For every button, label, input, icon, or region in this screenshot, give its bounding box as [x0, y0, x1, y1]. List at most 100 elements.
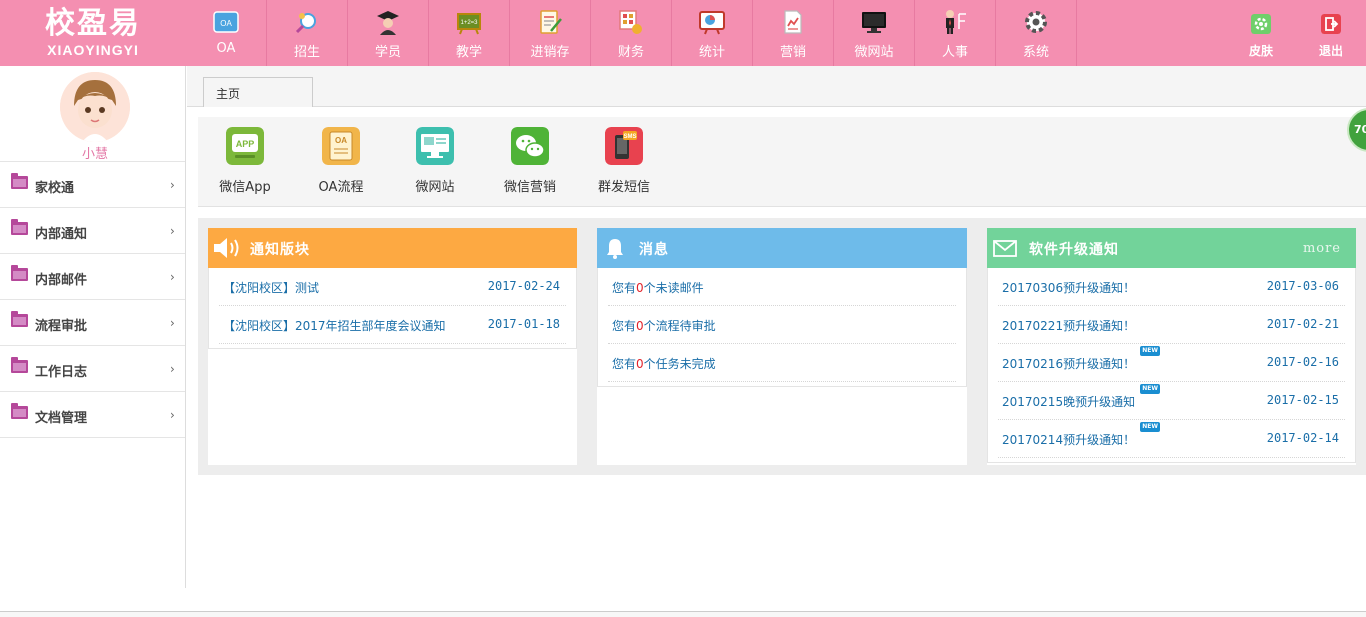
- nav-item-microsite[interactable]: 微网站: [834, 0, 915, 66]
- messages-panel-title: 消息: [639, 242, 669, 258]
- avatar[interactable]: [60, 72, 130, 142]
- folder-icon: [11, 357, 28, 373]
- upgrade-date: 2017-02-21: [1266, 317, 1339, 331]
- upgrade-row[interactable]: 20170214预升级通知！ NEW 2017-02-14: [998, 420, 1345, 458]
- upgrade-row[interactable]: 20170306预升级通知！ 2017-03-06: [998, 268, 1345, 306]
- message-row[interactable]: 您有0个未读邮件: [608, 268, 956, 306]
- nav-label-inventory: 进销存: [530, 45, 570, 60]
- more-link[interactable]: more: [1303, 241, 1341, 256]
- top-navigation-bar: 校盈易 XIAOYINGYI OA OA 招生 学员 1+2=3 教学 进销存 …: [0, 0, 1366, 66]
- notice-row[interactable]: 【沈阳校区】测试 2017-02-24: [219, 268, 566, 306]
- nav-item-marketing[interactable]: 营销: [753, 0, 834, 66]
- sidebar-item-label: 工作日志: [35, 365, 88, 380]
- nav-item-student[interactable]: 学员: [348, 0, 429, 66]
- message-row[interactable]: 您有0个流程待审批: [608, 306, 956, 344]
- nav-item-inventory[interactable]: 进销存: [510, 0, 591, 66]
- skin-label: 皮肤: [1248, 44, 1273, 58]
- message-count: 0: [636, 281, 644, 295]
- quick-microsite[interactable]: 微网站: [390, 127, 480, 195]
- upgrade-date: 2017-02-14: [1266, 431, 1339, 445]
- notice-title: 【沈阳校区】测试: [223, 281, 320, 295]
- sidebar-item-approval[interactable]: 流程审批 ›: [0, 300, 185, 346]
- chevron-right-icon: ›: [170, 224, 175, 238]
- logo: 校盈易 XIAOYINGYI: [0, 0, 186, 66]
- finance-icon: [619, 10, 642, 34]
- folder-icon: [11, 219, 28, 235]
- sidebar-item-documents[interactable]: 文档管理 ›: [0, 392, 185, 438]
- chevron-right-icon: ›: [170, 362, 175, 376]
- sidebar-item-internal-notice[interactable]: 内部通知 ›: [0, 208, 185, 254]
- upgrade-title: 20170215晚预升级通知 NEW: [1002, 384, 1161, 410]
- nav-label-recruit: 招生: [293, 45, 320, 60]
- sidebar-item-label: 内部邮件: [35, 273, 88, 288]
- skin-gear-icon: [1251, 14, 1271, 34]
- message-text: 您有0个流程待审批: [612, 319, 716, 333]
- messages-panel: 消息 您有0个未读邮件 您有0个流程待审批 您有0个任务未完成: [597, 228, 967, 465]
- float-badge-value: 70: [1354, 123, 1366, 136]
- message-row[interactable]: 您有0个任务未完成: [608, 344, 956, 382]
- folder-icon: [11, 311, 28, 327]
- svg-text:SMS: SMS: [623, 134, 636, 140]
- teaching-icon: 1+2=3: [457, 13, 481, 35]
- quick-wechat-app[interactable]: APP 微信App: [200, 127, 290, 195]
- message-text: 您有0个未读邮件: [612, 281, 704, 295]
- message-text: 您有0个任务未完成: [612, 357, 716, 371]
- folder-icon: [11, 173, 28, 189]
- svg-text:OA: OA: [220, 19, 232, 28]
- logout-button[interactable]: 退出: [1301, 0, 1361, 66]
- notice-panel-title: 通知版块: [250, 242, 310, 258]
- logo-subtitle: XIAOYINGYI: [47, 42, 139, 58]
- inventory-icon: [540, 10, 562, 34]
- envelope-icon: [993, 240, 1017, 257]
- svg-text:OA: OA: [335, 136, 347, 145]
- sidebar-item-label: 家校通: [35, 181, 75, 196]
- upgrade-title: 20170214预升级通知！ NEW: [1002, 422, 1161, 448]
- sidebar-item-internal-mail[interactable]: 内部邮件 ›: [0, 254, 185, 300]
- skin-button[interactable]: 皮肤: [1231, 0, 1291, 66]
- quick-wechat-marketing[interactable]: 微信营销: [485, 127, 575, 195]
- upgrade-row[interactable]: 20170221预升级通知！ 2017-02-21: [998, 306, 1345, 344]
- upgrade-panel-header: 软件升级通知 more: [987, 228, 1356, 268]
- message-count: 0: [636, 357, 644, 371]
- quick-oa-flow[interactable]: OA OA流程: [296, 127, 386, 195]
- notice-row[interactable]: 【沈阳校区】2017年招生部年度会议通知 2017-01-18: [219, 306, 566, 344]
- sidebar-item-home-school[interactable]: 家校通 ›: [0, 162, 185, 208]
- sidebar-item-label: 文档管理: [35, 411, 88, 426]
- notice-date: 2017-01-18: [487, 317, 560, 331]
- quick-label: 微信营销: [503, 180, 556, 195]
- messages-list: 您有0个未读邮件 您有0个流程待审批 您有0个任务未完成: [597, 268, 967, 387]
- nav-item-finance[interactable]: 财务: [591, 0, 672, 66]
- hr-icon: [946, 10, 966, 34]
- dashboard-panels: 通知版块 【沈阳校区】测试 2017-02-24 【沈阳校区】2017年招生部年…: [198, 218, 1366, 475]
- system-icon: [1025, 11, 1047, 33]
- upgrade-row[interactable]: 20170216预升级通知！ NEW 2017-02-16: [998, 344, 1345, 382]
- tab-home[interactable]: 主页: [203, 77, 313, 107]
- nav-item-system[interactable]: 系统: [996, 0, 1077, 66]
- microsite-screen-icon: [416, 127, 454, 165]
- nav-item-statistics[interactable]: 统计: [672, 0, 753, 66]
- sidebar: 小慧 家校通 › 内部通知 › 内部邮件 › 流程审批 › 工作日志 › 文档管…: [0, 66, 186, 588]
- quick-mass-sms[interactable]: SMS 群发短信: [579, 127, 669, 195]
- microsite-icon: [862, 12, 886, 33]
- upgrade-title: 20170221预升级通知！: [1002, 319, 1136, 333]
- nav-item-recruit[interactable]: 招生: [267, 0, 348, 66]
- oa-flow-icon: OA: [322, 127, 360, 165]
- folder-icon: [11, 265, 28, 281]
- nav-item-teaching[interactable]: 1+2=3 教学: [429, 0, 510, 66]
- notice-panel-header: 通知版块: [208, 228, 577, 268]
- upgrade-row[interactable]: 20170215晚预升级通知 NEW 2017-02-15: [998, 382, 1345, 420]
- sidebar-item-work-log[interactable]: 工作日志 ›: [0, 346, 185, 392]
- upgrade-date: 2017-03-06: [1266, 279, 1339, 293]
- upgrade-panel-title: 软件升级通知: [1029, 242, 1119, 258]
- quick-label: 微信App: [219, 180, 271, 195]
- nav-item-hr[interactable]: 人事: [915, 0, 996, 66]
- nav-item-oa[interactable]: OA OA: [186, 0, 267, 66]
- nav-label-statistics: 统计: [698, 45, 725, 60]
- chevron-right-icon: ›: [170, 178, 175, 192]
- messages-panel-header: 消息: [597, 228, 967, 268]
- upgrade-date: 2017-02-15: [1266, 393, 1339, 407]
- notice-date: 2017-02-24: [487, 279, 560, 293]
- sidebar-menu: 家校通 › 内部通知 › 内部邮件 › 流程审批 › 工作日志 › 文档管理 ›: [0, 161, 185, 438]
- chevron-right-icon: ›: [170, 270, 175, 284]
- speaker-icon: [214, 238, 239, 258]
